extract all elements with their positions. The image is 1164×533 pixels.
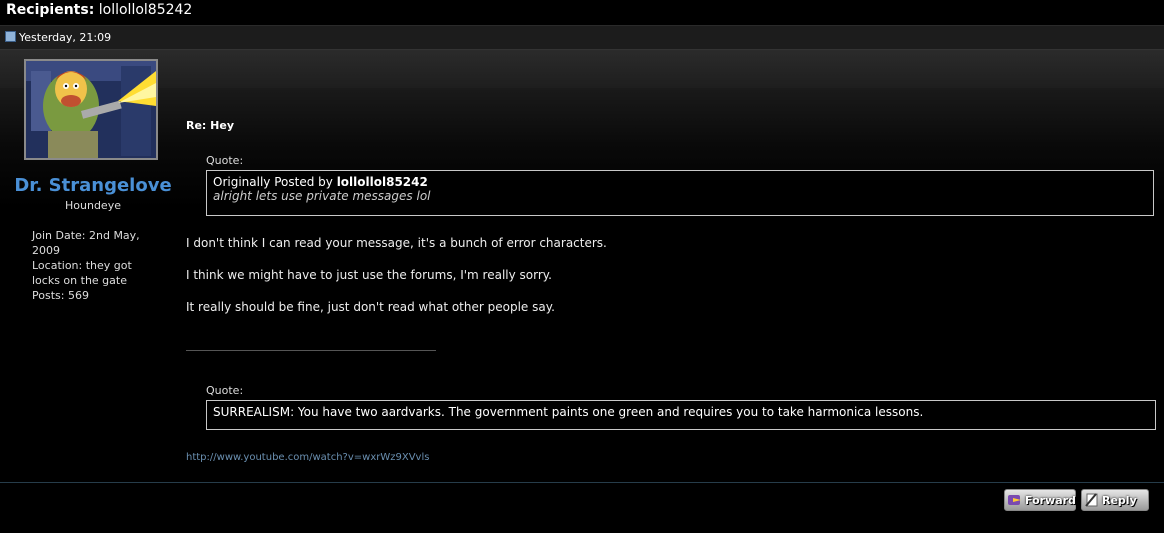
- avatar-image: [26, 61, 156, 158]
- location: Location: they got locks on the gate: [32, 259, 132, 287]
- post-title: Re: Hey: [186, 119, 234, 132]
- post-icon: [5, 31, 16, 42]
- forward-icon: [1007, 492, 1023, 508]
- recipients-value[interactable]: lollollol85242: [99, 2, 193, 18]
- recipients-bar: Recipients: lollollol85242: [0, 0, 1164, 26]
- quote-label: Quote:: [206, 154, 244, 167]
- youtube-link[interactable]: http://www.youtube.com/watch?v=wxrWz9XVv…: [186, 452, 429, 463]
- forward-label: Forward: [1025, 493, 1076, 507]
- signature-quote-box: SURREALISM: You have two aardvarks. The …: [206, 400, 1156, 430]
- quote-box: Originally Posted by lollollol85242 alri…: [206, 170, 1154, 216]
- forward-button[interactable]: Forward: [1004, 489, 1076, 511]
- quote-poster[interactable]: lollollol85242: [337, 175, 428, 189]
- post-count: Posts: 569: [32, 289, 89, 302]
- paragraph: I think we might have to just use the fo…: [186, 268, 552, 282]
- quote-prefix: Originally Posted by: [213, 175, 333, 189]
- user-info: Join Date: 2nd May, 2009 Location: they …: [32, 228, 162, 303]
- username[interactable]: Dr. Strangelove: [0, 175, 186, 196]
- reply-button[interactable]: Reply: [1081, 489, 1149, 511]
- post-header-band: [0, 50, 1164, 88]
- user-title: Houndeye: [65, 199, 121, 212]
- paragraph: I don't think I can read your message, i…: [186, 236, 607, 250]
- post-footer-divider: [0, 482, 1164, 483]
- signature-divider: [186, 350, 436, 351]
- paragraph: It really should be fine, just don't rea…: [186, 300, 555, 314]
- signature-quote-text: SURREALISM: You have two aardvarks. The …: [213, 405, 924, 419]
- signature-quote-label: Quote:: [206, 384, 244, 397]
- post-date-bar: Yesterday, 21:09: [0, 26, 1164, 50]
- recipients-label: Recipients:: [6, 2, 95, 18]
- avatar[interactable]: [24, 59, 158, 160]
- join-date: Join Date: 2nd May, 2009: [32, 229, 140, 257]
- quote-text: alright lets use private messages lol: [213, 189, 431, 203]
- post-date: Yesterday, 21:09: [19, 31, 112, 44]
- reply-label: Reply: [1102, 493, 1137, 507]
- reply-icon: [1084, 492, 1100, 508]
